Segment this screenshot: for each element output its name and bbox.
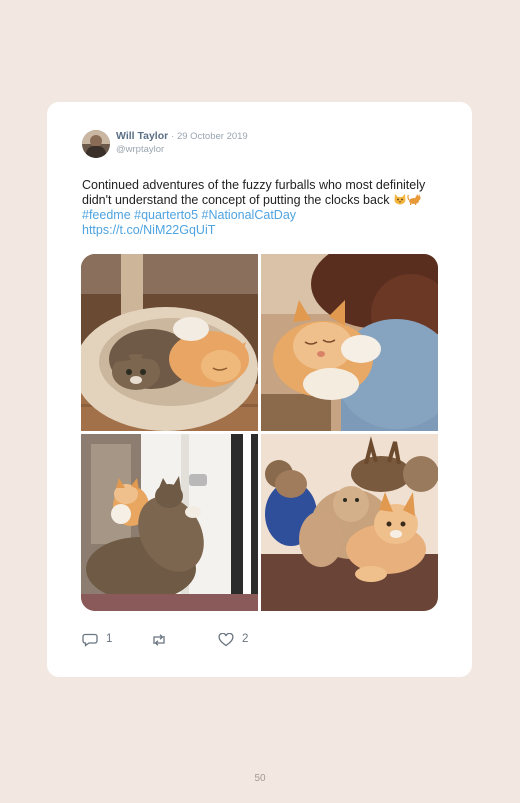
tweet-body: Continued adventures of the fuzzy furbal…	[82, 178, 426, 207]
photo-kitten-with-plush-toys[interactable]	[261, 434, 438, 611]
page-number: 50	[254, 773, 266, 784]
tweet-link[interactable]: https://t.co/NiM22GqUiT	[82, 223, 215, 237]
photo-grid	[81, 254, 438, 611]
heart-icon	[218, 633, 234, 647]
cat-emoji	[407, 193, 421, 205]
cat-face-emoji	[393, 193, 407, 205]
like-count: 2	[242, 633, 249, 645]
avatar[interactable]	[82, 130, 110, 158]
tweet-date[interactable]: · 29 October 2019	[171, 131, 248, 142]
author-handle[interactable]: @wrptaylor	[116, 143, 164, 156]
retweet-icon	[153, 634, 165, 646]
photo-kittens-in-cat-bed[interactable]	[81, 254, 258, 431]
author-line: Will Taylor · 29 October 2019	[116, 130, 248, 143]
reply-count: 1	[106, 633, 113, 645]
hashtags[interactable]: #feedme #quarterto5 #NationalCatDay	[82, 208, 296, 222]
reply-icon	[82, 633, 98, 647]
photo-ginger-kitten-on-shoulder[interactable]	[261, 254, 438, 431]
tweet-text: Continued adventures of the fuzzy furbal…	[82, 178, 447, 238]
author-name[interactable]: Will Taylor	[116, 130, 168, 142]
tweet-card: Will Taylor · 29 October 2019 @wrptaylor…	[47, 102, 472, 677]
photo-kittens-at-door[interactable]	[81, 434, 258, 611]
